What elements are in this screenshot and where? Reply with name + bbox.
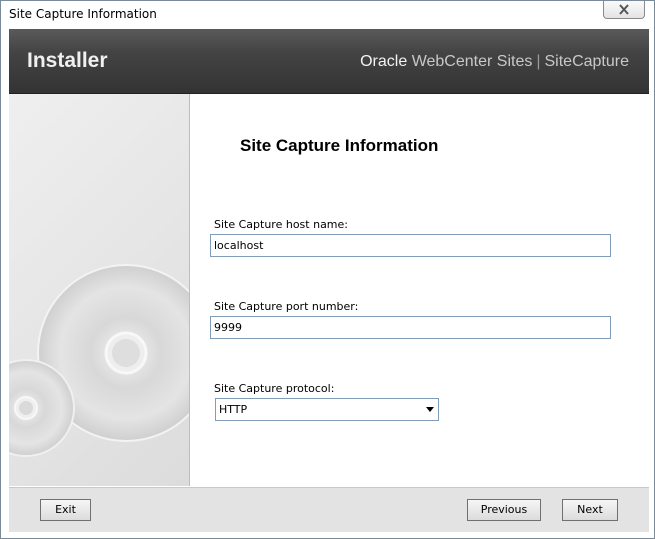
port-label: Site Capture port number: [214, 300, 359, 313]
product-oracle: Oracle [360, 53, 408, 70]
footer-bar: Exit Previous Next [9, 487, 649, 532]
product-separator: | [536, 53, 541, 70]
host-input[interactable] [210, 234, 611, 257]
window-title: Site Capture Information [9, 7, 157, 21]
main-content: Site Capture Information Site Capture ho… [190, 94, 649, 486]
installer-window: Site Capture Information Installer Oracl… [0, 0, 655, 539]
installer-brand: Installer [27, 49, 108, 72]
product-module: SiteCapture [544, 53, 630, 70]
next-button[interactable]: Next [562, 499, 618, 521]
close-icon [619, 4, 629, 15]
product-name: Oracle WebCenter Sites | SiteCapture [360, 53, 629, 71]
product-suite: WebCenter Sites [411, 53, 533, 70]
disc-graphic [9, 264, 189, 457]
page-title: Site Capture Information [240, 136, 439, 155]
installer-header: Installer Oracle WebCenter Sites | SiteCap… [9, 29, 649, 94]
side-panel [9, 94, 190, 486]
chevron-down-icon [426, 407, 434, 412]
host-label: Site Capture host name: [214, 218, 348, 231]
protocol-label: Site Capture protocol: [214, 382, 335, 395]
title-bar: Site Capture Information [1, 1, 654, 29]
protocol-select[interactable]: HTTP [215, 398, 439, 421]
protocol-selected-value: HTTP [219, 403, 248, 416]
exit-button[interactable]: Exit [40, 499, 91, 521]
close-button[interactable] [603, 1, 645, 19]
port-input[interactable] [210, 316, 611, 339]
previous-button[interactable]: Previous [467, 499, 541, 521]
